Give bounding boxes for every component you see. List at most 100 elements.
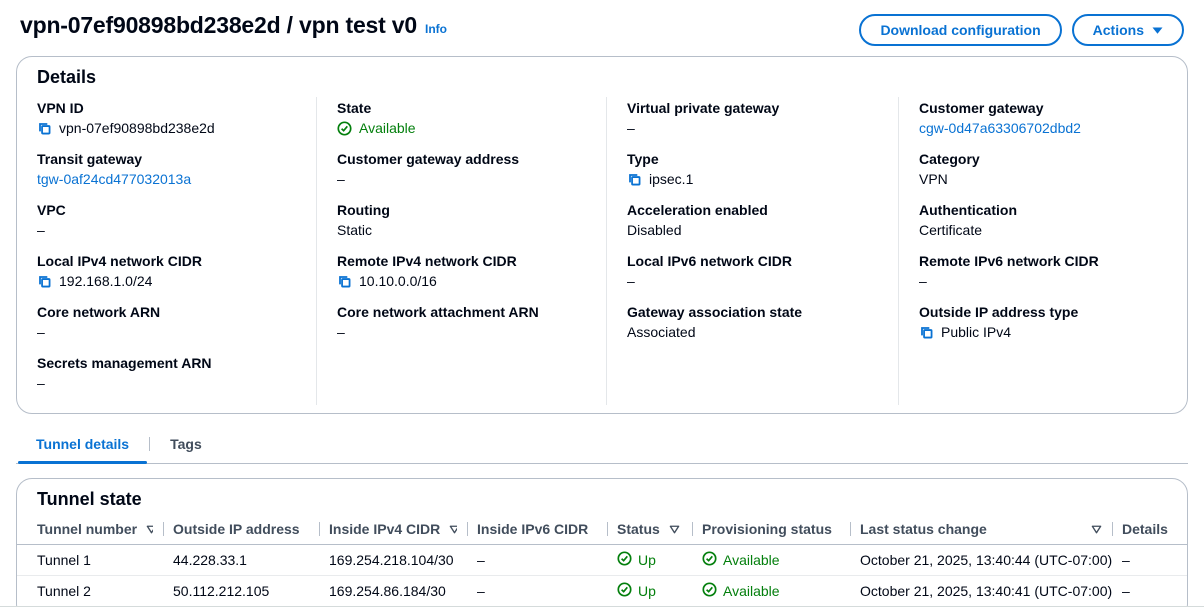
cell-status: Up	[607, 545, 692, 576]
column-header-inside-ipv6-cidr[interactable]: Inside IPv6 CIDR	[467, 516, 607, 545]
field-type: Typeipsec.1	[627, 150, 878, 189]
cell-outside-ip: 44.228.33.1	[163, 545, 319, 576]
field-value: –	[337, 322, 586, 342]
download-configuration-button[interactable]: Download configuration	[859, 14, 1061, 46]
column-header-outside-ip-address[interactable]: Outside IP address	[163, 516, 319, 545]
cell-last-status-change: October 21, 2025, 13:40:44 (UTC-07:00)	[850, 545, 1112, 576]
field-secrets-management-arn: Secrets management ARN–	[37, 354, 296, 393]
column-header-inner: Outside IP address	[173, 521, 309, 537]
field-value-text: –	[919, 271, 927, 291]
field-label: Secrets management ARN	[37, 354, 296, 372]
field-value-text: –	[627, 271, 635, 291]
cell-outside-ip: 50.112.212.105	[163, 576, 319, 607]
field-value-text: –	[627, 118, 635, 138]
status-text: Available	[723, 552, 780, 568]
column-header-label: Inside IPv6 CIDR	[477, 521, 588, 537]
cell-inside-ipv4: 169.254.218.104/30	[319, 545, 467, 576]
cell-status: Up	[607, 576, 692, 607]
field-value-text: Available	[359, 118, 416, 138]
field-label: Local IPv4 network CIDR	[37, 252, 296, 270]
copy-icon[interactable]	[337, 274, 352, 289]
field-label: Remote IPv6 network CIDR	[919, 252, 1167, 270]
field-label: Local IPv6 network CIDR	[627, 252, 878, 270]
cell-text: –	[1122, 552, 1130, 568]
cell-tunnel-number: Tunnel 1	[17, 545, 163, 576]
cell-text: 169.254.86.184/30	[329, 583, 446, 599]
column-header-tunnel-number[interactable]: Tunnel number	[17, 516, 163, 545]
status-badge: Available	[702, 582, 840, 600]
field-value: VPN	[919, 169, 1167, 189]
field-gateway-association-state: Gateway association stateAssociated	[627, 303, 878, 342]
field-value-text: –	[37, 373, 45, 393]
table-row: Tunnel 1 44.228.33.1169.254.218.104/30 – Up…	[17, 545, 1187, 576]
field-value-text: Disabled	[627, 220, 681, 240]
status-badge: Available	[702, 551, 840, 569]
tab-tags[interactable]: Tags	[150, 428, 222, 463]
column-header-label: Outside IP address	[173, 521, 300, 537]
caret-down-icon	[1152, 27, 1163, 34]
details-column: VPN IDvpn-07ef90898bd238e2dTransit gatew…	[17, 97, 316, 405]
field-value-text: –	[337, 322, 345, 342]
column-header-details[interactable]: Details	[1112, 516, 1187, 545]
table-header-row: Tunnel number Outside IP address Inside IP…	[17, 516, 1187, 545]
field-value-text: Associated	[627, 322, 695, 342]
field-label: State	[337, 99, 586, 117]
header-actions: Download configuration Actions	[859, 12, 1184, 46]
tab-strip: Tunnel details Tags	[16, 428, 1188, 464]
field-state: StateAvailable	[337, 99, 586, 138]
details-heading: Details	[17, 67, 1187, 88]
tab-tunnel-details[interactable]: Tunnel details	[16, 428, 149, 463]
status-text: Available	[723, 583, 780, 599]
cell-text: October 21, 2025, 13:40:44 (UTC-07:00)	[860, 552, 1112, 568]
cell-text: Tunnel 1	[37, 552, 91, 568]
details-column: StateAvailableCustomer gateway address–R…	[316, 97, 606, 405]
page-header: vpn-07ef90898bd238e2d / vpn test v0 Info…	[0, 0, 1204, 56]
field-value-text: –	[337, 169, 345, 189]
status-badge: Up	[617, 582, 682, 600]
cell-provisioning-status: Available	[692, 576, 850, 607]
copy-icon[interactable]	[919, 325, 934, 340]
info-link[interactable]: Info	[425, 22, 447, 36]
field-value-link[interactable]: cgw-0d47a63306702dbd2	[919, 118, 1081, 138]
column-header-inner: Last status change	[860, 521, 1102, 537]
field-value-link[interactable]: tgw-0af24cd477032013a	[37, 169, 191, 189]
check-circle-icon	[702, 582, 717, 600]
field-value: ipsec.1	[627, 169, 878, 189]
copy-icon[interactable]	[37, 121, 52, 136]
column-header-inside-ipv4-cidr[interactable]: Inside IPv4 CIDR	[319, 516, 467, 545]
field-label: Virtual private gateway	[627, 99, 878, 117]
field-remote-ipv4-network-cidr: Remote IPv4 network CIDR10.10.0.0/16	[337, 252, 586, 291]
field-virtual-private-gateway: Virtual private gateway–	[627, 99, 878, 138]
column-header-provisioning-status[interactable]: Provisioning status	[692, 516, 850, 545]
field-core-network-arn: Core network ARN–	[37, 303, 296, 342]
field-value: –	[37, 220, 296, 240]
field-value: tgw-0af24cd477032013a	[37, 169, 296, 189]
field-label: VPC	[37, 201, 296, 219]
column-header-label: Status	[617, 521, 660, 537]
download-configuration-label: Download configuration	[880, 20, 1040, 40]
vpn-connection-detail-page: vpn-07ef90898bd238e2d / vpn test v0 Info…	[0, 0, 1204, 609]
column-header-last-status-change[interactable]: Last status change	[850, 516, 1112, 545]
sort-caret-icon	[449, 525, 457, 534]
field-value: –	[37, 373, 296, 393]
field-value: –	[919, 271, 1167, 291]
field-value: Public IPv4	[919, 322, 1167, 342]
copy-icon[interactable]	[37, 274, 52, 289]
field-category: CategoryVPN	[919, 150, 1167, 189]
field-remote-ipv6-network-cidr: Remote IPv6 network CIDR–	[919, 252, 1167, 291]
field-value: –	[627, 118, 878, 138]
sort-caret-icon	[669, 525, 680, 534]
actions-button[interactable]: Actions	[1072, 14, 1184, 46]
field-local-ipv4-network-cidr: Local IPv4 network CIDR192.168.1.0/24	[37, 252, 296, 291]
field-value: 10.10.0.0/16	[337, 271, 586, 291]
cell-last-status-change: October 21, 2025, 13:40:41 (UTC-07:00)	[850, 576, 1112, 607]
sort-caret-icon	[1091, 525, 1102, 534]
field-label: Customer gateway	[919, 99, 1167, 117]
tab-label: Tunnel details	[36, 436, 129, 452]
column-header-label: Last status change	[860, 521, 987, 537]
copy-icon[interactable]	[627, 172, 642, 187]
field-label: VPN ID	[37, 99, 296, 117]
page-title: vpn-07ef90898bd238e2d / vpn test v0	[20, 12, 417, 39]
column-header-status[interactable]: Status	[607, 516, 692, 545]
column-header-inner: Inside IPv6 CIDR	[477, 521, 597, 537]
